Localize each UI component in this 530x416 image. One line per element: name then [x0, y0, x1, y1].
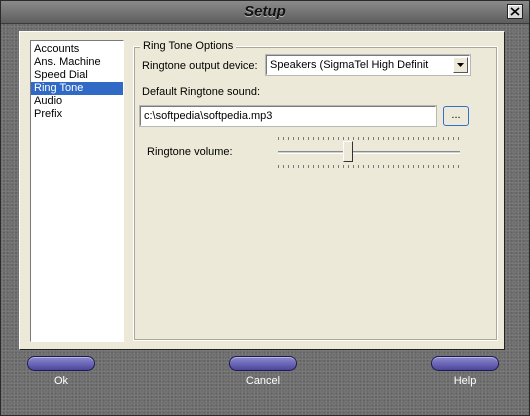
slider-thumb[interactable] [343, 141, 353, 162]
volume-slider[interactable] [278, 137, 460, 169]
sidebar-item-accounts[interactable]: Accounts [31, 43, 123, 56]
sidebar-item-audio[interactable]: Audio [31, 95, 123, 108]
output-device-value: Speakers (SigmaTel High Definit [270, 59, 429, 71]
output-device-select[interactable]: Speakers (SigmaTel High Definit [265, 54, 471, 76]
chevron-down-icon [457, 63, 464, 67]
close-icon [510, 7, 520, 16]
setup-window: Setup Accounts Ans. Machine Speed Dial R… [0, 0, 530, 416]
slider-track [278, 151, 460, 154]
window-title: Setup [244, 3, 286, 20]
browse-button[interactable]: ... [443, 106, 469, 126]
slider-ticks-top [278, 137, 460, 140]
volume-label: Ringtone volume: [147, 146, 233, 158]
help-label: Help [453, 375, 477, 387]
sidebar-item-prefix[interactable]: Prefix [31, 108, 123, 121]
sidebar-item-speed-dial[interactable]: Speed Dial [31, 69, 123, 82]
help-button[interactable] [431, 356, 499, 371]
slider-ticks-bottom [278, 165, 460, 168]
ok-label: Ok [53, 375, 69, 387]
cancel-button[interactable] [229, 356, 297, 371]
group-title: Ring Tone Options [140, 40, 237, 52]
title-bar[interactable]: Setup [1, 1, 529, 24]
default-sound-input[interactable]: c:\softpedia\softpedia.mp3 [139, 105, 437, 127]
ok-button[interactable] [27, 356, 95, 371]
default-sound-label: Default Ringtone sound: [142, 86, 261, 98]
output-device-label: Ringtone output device: [142, 60, 258, 72]
default-sound-value: c:\softpedia\softpedia.mp3 [144, 110, 273, 122]
close-button[interactable] [507, 4, 523, 19]
sidebar-item-ring-tone[interactable]: Ring Tone [31, 82, 123, 95]
settings-panel: Accounts Ans. Machine Speed Dial Ring To… [19, 31, 505, 350]
dropdown-button[interactable] [453, 57, 468, 73]
sidebar-item-ans-machine[interactable]: Ans. Machine [31, 56, 123, 69]
category-list[interactable]: Accounts Ans. Machine Speed Dial Ring To… [30, 40, 124, 342]
cancel-label: Cancel [245, 375, 281, 387]
